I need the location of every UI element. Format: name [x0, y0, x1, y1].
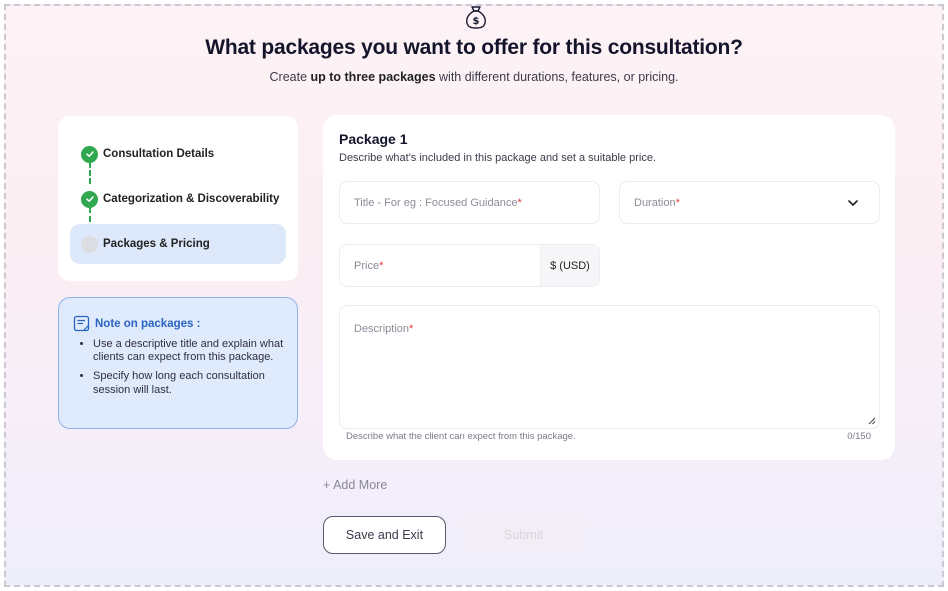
step-categorization[interactable]: Categorization & Discoverability [70, 179, 286, 219]
duration-placeholder: Duration [634, 196, 676, 209]
description-textarea[interactable]: Description * [339, 305, 880, 429]
progress-steps: Consultation Details Categorization & Di… [58, 116, 298, 281]
price-placeholder: Price* [354, 259, 384, 272]
duration-select[interactable]: Duration * [619, 181, 880, 224]
description-help-text: Describe what the client can expect from… [346, 431, 576, 442]
chevron-down-icon[interactable] [847, 197, 859, 209]
add-more-button[interactable]: + Add More [323, 478, 387, 492]
title-input[interactable]: Title - For eg : Focused Guidance * [339, 181, 600, 224]
note-list: Use a descriptive title and explain what… [93, 338, 289, 403]
package-description: Describe what's included in this package… [339, 152, 657, 164]
submit-button[interactable]: Submit [462, 516, 585, 554]
character-count: 0/150 [847, 431, 871, 442]
note-icon [73, 315, 90, 332]
note-header: Note on packages : [73, 315, 200, 332]
required-mark: * [517, 196, 522, 209]
price-input[interactable]: Price* $ (USD) [339, 244, 600, 287]
step-label: Consultation Details [103, 148, 215, 160]
pending-dot-icon [81, 235, 98, 253]
page-subtitle: Create up to three packages with differe… [0, 70, 948, 84]
save-and-exit-button[interactable]: Save and Exit [323, 516, 446, 554]
subtitle-text-end: with different durations, features, or p… [435, 70, 679, 84]
check-icon [81, 145, 98, 163]
check-icon [81, 190, 98, 208]
required-mark: * [409, 323, 414, 335]
subtitle-emphasis: up to three packages [310, 70, 436, 84]
step-label: Categorization & Discoverability [103, 193, 280, 205]
note-title: Note on packages : [95, 317, 201, 330]
title-placeholder: Title - For eg : Focused Guidance [354, 196, 518, 209]
required-mark: * [379, 259, 384, 272]
resize-handle-icon[interactable] [867, 416, 876, 425]
money-bag-icon: $ [466, 6, 486, 29]
package-heading: Package 1 [339, 131, 408, 147]
step-consultation-details[interactable]: Consultation Details [70, 134, 286, 174]
note-item: Specify how long each consultation sessi… [93, 370, 289, 396]
description-placeholder: Description [354, 323, 410, 335]
package-form-card: Package 1 Describe what's included in th… [323, 115, 895, 460]
note-item: Use a descriptive title and explain what… [93, 338, 289, 364]
step-label: Packages & Pricing [103, 238, 210, 250]
required-mark: * [675, 196, 680, 209]
page-title: What packages you want to offer for this… [205, 36, 743, 59]
svg-text:$: $ [473, 16, 480, 27]
currency-label: $ (USD) [540, 245, 599, 286]
step-packages-pricing[interactable]: Packages & Pricing [70, 224, 286, 264]
subtitle-text: Create [269, 70, 311, 84]
note-card: Note on packages : Use a descriptive tit… [58, 297, 298, 429]
